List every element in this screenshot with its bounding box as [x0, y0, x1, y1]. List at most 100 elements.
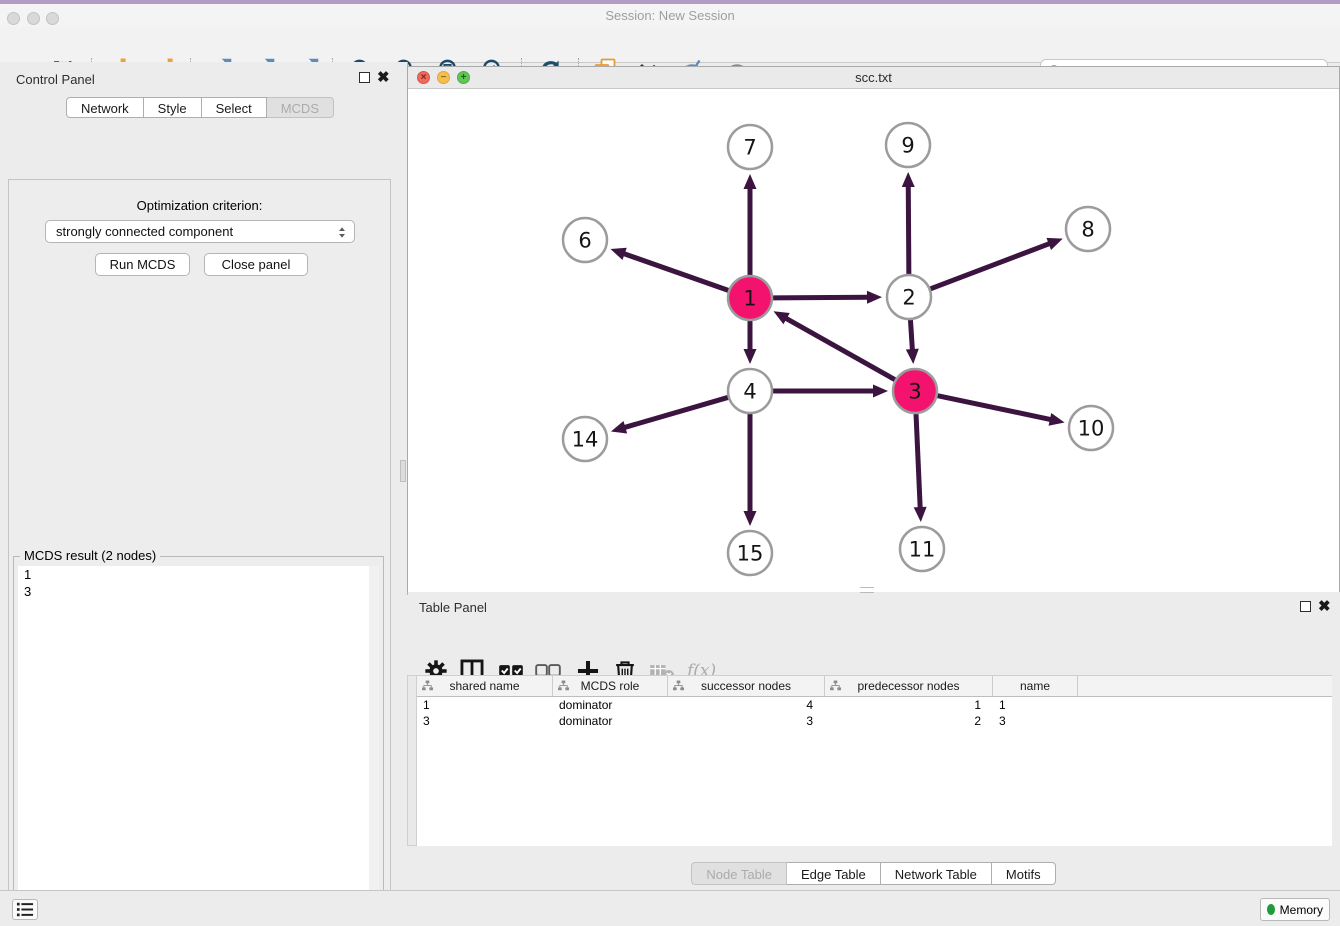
task-history-button[interactable] — [12, 899, 38, 920]
table-row-gutter — [407, 675, 417, 846]
chevron-up-down-icon — [334, 224, 350, 241]
table-tabs: Node TableEdge TableNetwork TableMotifs — [407, 862, 1340, 885]
column-header-name[interactable]: name — [993, 676, 1078, 696]
graph-edge-2-3[interactable] — [906, 320, 919, 364]
result-scrollbar[interactable] — [369, 566, 379, 925]
graph-node-3[interactable]: 3 — [893, 369, 937, 413]
mcds-result-list[interactable]: 13 — [18, 566, 379, 925]
table-tab-node-table[interactable]: Node Table — [691, 862, 787, 885]
table-cell[interactable]: 1 — [417, 697, 553, 713]
run-mcds-button[interactable]: Run MCDS — [95, 253, 190, 276]
graph-node-4[interactable]: 4 — [728, 369, 772, 413]
graph-edge-3-11[interactable] — [914, 414, 927, 522]
svg-text:15: 15 — [737, 542, 764, 566]
mcds-result-item: 3 — [18, 583, 379, 600]
network-window-title: scc.txt — [408, 70, 1339, 85]
graph-edge-4-3[interactable] — [773, 385, 888, 398]
tree-icon — [830, 680, 841, 691]
table-panel-title: Table Panel — [419, 600, 487, 615]
status-bar: Memory — [0, 890, 1340, 926]
network-canvas[interactable]: 7 9 6 8 1 2 4 3 14 10 15 11 — [408, 89, 1339, 592]
graph-edge-1-4[interactable] — [744, 321, 757, 364]
network-window-titlebar: × − + scc.txt — [408, 67, 1339, 89]
graph-node-8[interactable]: 8 — [1066, 207, 1110, 251]
column-header-predecessor-nodes[interactable]: predecessor nodes — [825, 676, 993, 696]
graph-node-9[interactable]: 9 — [886, 123, 930, 167]
tree-icon — [673, 680, 684, 691]
splitter-grip[interactable] — [400, 460, 406, 482]
graph-edge-3-10[interactable] — [938, 396, 1065, 426]
control-panel-title: Control Panel — [16, 72, 95, 87]
column-label: predecessor nodes — [857, 679, 959, 693]
graph-node-6[interactable]: 6 — [563, 218, 607, 262]
column-header-MCDS-role[interactable]: MCDS role — [553, 676, 668, 696]
svg-text:6: 6 — [578, 229, 591, 253]
mcds-result-item: 1 — [18, 566, 379, 583]
table-cell[interactable]: 3 — [993, 713, 1078, 729]
tab-network[interactable]: Network — [66, 97, 144, 118]
table-cell[interactable]: 3 — [668, 713, 825, 729]
memory-status-icon — [1267, 904, 1275, 915]
table-tab-edge-table[interactable]: Edge Table — [787, 862, 881, 885]
table-cell[interactable]: 4 — [668, 697, 825, 713]
titlebar: Session: New Session — [0, 4, 1340, 28]
graph-edge-1-7[interactable] — [744, 174, 757, 275]
tree-icon — [422, 680, 433, 691]
graph-node-14[interactable]: 14 — [563, 417, 607, 461]
svg-text:3: 3 — [908, 380, 921, 404]
column-header-shared-name[interactable]: shared name — [417, 676, 553, 696]
graph-edge-1-2[interactable] — [773, 291, 882, 304]
table-toolbar: f(x) — [407, 619, 1340, 659]
svg-text:10: 10 — [1078, 417, 1105, 441]
node-table: shared nameMCDS role successor nodes prede… — [417, 675, 1332, 846]
close-table-panel-icon[interactable]: ✖ — [1318, 601, 1331, 613]
application-window: Session: New Session Control Panel ✖ Net… — [0, 0, 1340, 926]
graph-edge-2-8[interactable] — [931, 238, 1063, 289]
table-cell[interactable]: 1 — [993, 697, 1078, 713]
graph-node-11[interactable]: 11 — [900, 527, 944, 571]
tab-select[interactable]: Select — [202, 97, 267, 118]
svg-text:2: 2 — [902, 286, 915, 310]
graph-edge-2-9[interactable] — [902, 172, 915, 274]
table-cell[interactable]: 1 — [825, 697, 993, 713]
table-cell[interactable]: dominator — [553, 713, 668, 729]
column-label: successor nodes — [701, 679, 791, 693]
graph-edge-3-1[interactable] — [774, 311, 895, 379]
table-cell[interactable]: dominator — [553, 697, 668, 713]
graph-edge-1-6[interactable] — [610, 248, 728, 291]
close-panel-button[interactable]: Close panel — [204, 253, 308, 276]
column-label: name — [1020, 679, 1050, 693]
mcds-result-group: MCDS result (2 nodes) 13 — [13, 556, 384, 926]
svg-text:8: 8 — [1081, 218, 1094, 242]
mcds-panel: Optimization criterion: strongly connect… — [8, 179, 391, 926]
criterion-dropdown[interactable]: strongly connected component — [45, 220, 355, 243]
float-panel-icon[interactable] — [359, 72, 370, 83]
tab-mcds[interactable]: MCDS — [267, 97, 334, 118]
table-row[interactable]: 3dominator323 — [417, 713, 1332, 729]
table-panel: Table Panel ✖ f(x) shared nameMCDS roles… — [407, 595, 1340, 890]
tree-icon — [558, 680, 569, 691]
window-title: Session: New Session — [0, 8, 1340, 23]
graph-edge-4-15[interactable] — [744, 414, 757, 526]
float-table-panel-icon[interactable] — [1300, 601, 1311, 612]
table-cell[interactable]: 2 — [825, 713, 993, 729]
column-header-successor-nodes[interactable]: successor nodes — [668, 676, 825, 696]
graph-node-7[interactable]: 7 — [728, 125, 772, 169]
tab-style[interactable]: Style — [144, 97, 202, 118]
table-row[interactable]: 1dominator411 — [417, 697, 1332, 713]
table-tab-motifs[interactable]: Motifs — [992, 862, 1056, 885]
main-toolbar — [0, 27, 1340, 63]
graph-node-2[interactable]: 2 — [887, 275, 931, 319]
close-panel-icon[interactable]: ✖ — [377, 72, 390, 84]
graph-edge-4-14[interactable] — [611, 397, 728, 433]
table-tab-network-table[interactable]: Network Table — [881, 862, 992, 885]
table-cell[interactable]: 3 — [417, 713, 553, 729]
network-resize-grip[interactable] — [860, 587, 874, 593]
criterion-value: strongly connected component — [56, 224, 233, 239]
svg-text:4: 4 — [743, 380, 756, 404]
memory-label: Memory — [1280, 903, 1323, 917]
graph-node-15[interactable]: 15 — [728, 531, 772, 575]
memory-button[interactable]: Memory — [1260, 898, 1330, 921]
graph-node-1[interactable]: 1 — [728, 276, 772, 320]
graph-node-10[interactable]: 10 — [1069, 406, 1113, 450]
